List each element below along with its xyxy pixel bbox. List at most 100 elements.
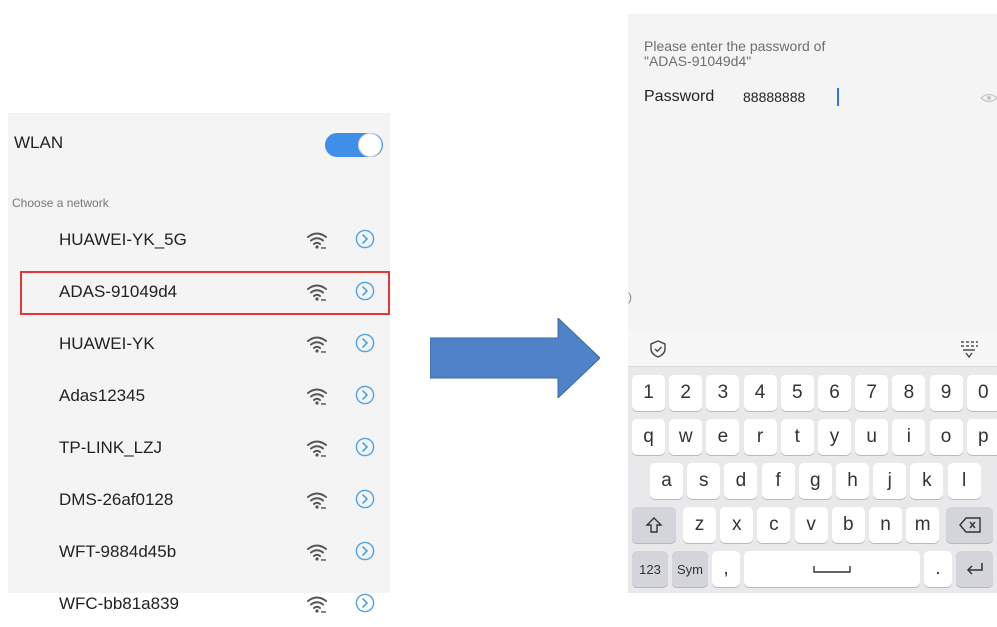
wifi-signal-icon xyxy=(306,231,328,249)
text-cursor xyxy=(837,88,839,106)
key-t[interactable]: t xyxy=(780,419,814,455)
key-z[interactable]: z xyxy=(683,507,716,543)
network-item[interactable]: HUAWEI-YK xyxy=(8,323,390,367)
network-item[interactable]: HUAWEI-YK_5G xyxy=(8,219,390,263)
wlan-toggle[interactable] xyxy=(325,133,383,157)
key-period[interactable]: . xyxy=(924,551,952,587)
key-7[interactable]: 7 xyxy=(855,375,889,411)
network-name: HUAWEI-YK_5G xyxy=(59,230,187,249)
network-name: Adas12345 xyxy=(59,386,146,405)
network-name: TP-LINK_LZJ xyxy=(59,438,162,457)
network-item[interactable]: WFT-9884d45b xyxy=(8,531,390,575)
wifi-signal-icon xyxy=(306,387,328,405)
key-5[interactable]: 5 xyxy=(780,375,814,411)
network-item[interactable]: TP-LINK_LZJ xyxy=(8,427,390,471)
enter-key[interactable] xyxy=(956,551,993,587)
key-g[interactable]: g xyxy=(798,463,832,499)
keyboard-toolbar xyxy=(628,332,997,367)
chevron-right-circle-icon[interactable] xyxy=(355,333,375,353)
key-p[interactable]: p xyxy=(966,419,997,455)
chevron-right-circle-icon[interactable] xyxy=(355,541,375,561)
prompt-line-1: Please enter the password of xyxy=(644,38,826,54)
shift-icon xyxy=(645,517,663,533)
network-item[interactable]: DMS-26af0128 xyxy=(8,479,390,523)
network-name: DMS-26af0128 xyxy=(59,490,174,509)
chevron-right-circle-icon[interactable] xyxy=(355,281,375,301)
section-title: Choose a network xyxy=(12,196,109,210)
backspace-key[interactable] xyxy=(946,507,993,543)
key-4[interactable]: 4 xyxy=(743,375,777,411)
space-key[interactable] xyxy=(744,551,920,587)
password-label: Password xyxy=(644,88,715,105)
network-name: WFC-bb81a839 xyxy=(59,594,180,613)
edge-mark: ) xyxy=(628,290,632,304)
key-s[interactable]: s xyxy=(687,463,721,499)
key-123[interactable]: 123 xyxy=(632,551,668,587)
key-u[interactable]: u xyxy=(855,419,889,455)
chevron-right-circle-icon[interactable] xyxy=(355,593,375,613)
network-item[interactable]: WFC-bb81a839 xyxy=(8,583,390,627)
right-arrow-icon xyxy=(430,318,600,398)
shield-check-icon[interactable] xyxy=(648,339,668,359)
enter-icon xyxy=(966,563,983,575)
key-9[interactable]: 9 xyxy=(929,375,963,411)
key-n[interactable]: n xyxy=(869,507,902,543)
wifi-signal-icon xyxy=(306,595,328,613)
soft-keyboard: 1 2 3 4 5 6 7 8 9 0 q w e r t y u i o p a s d f g h j k l z x c v b n m 123 S… xyxy=(628,332,997,593)
password-prompt: Please enter the password of "ADAS-91049… xyxy=(644,39,944,69)
network-item[interactable]: Adas12345 xyxy=(8,375,390,419)
key-comma[interactable]: , xyxy=(712,551,740,587)
key-v[interactable]: v xyxy=(794,507,828,543)
wifi-signal-icon xyxy=(306,335,328,353)
wifi-signal-icon xyxy=(306,543,328,561)
keyboard-collapse-icon[interactable] xyxy=(958,338,980,360)
password-input[interactable]: 88888888 xyxy=(743,89,805,105)
key-m[interactable]: m xyxy=(906,507,940,543)
key-y[interactable]: y xyxy=(818,419,851,455)
password-field[interactable]: Password 88888888 xyxy=(644,88,997,110)
key-0[interactable]: 0 xyxy=(966,375,997,411)
key-b[interactable]: b xyxy=(831,507,865,543)
key-w[interactable]: w xyxy=(669,419,703,455)
eye-icon[interactable] xyxy=(980,92,997,104)
key-i[interactable]: i xyxy=(892,419,926,455)
key-f[interactable]: f xyxy=(761,463,795,499)
prompt-line-2: "ADAS-91049d4" xyxy=(644,53,752,69)
backspace-icon xyxy=(958,517,981,533)
key-e[interactable]: e xyxy=(706,419,740,455)
key-l[interactable]: l xyxy=(947,463,981,499)
key-3[interactable]: 3 xyxy=(706,375,740,411)
password-screen: Please enter the password of "ADAS-91049… xyxy=(628,14,997,593)
key-1[interactable]: 1 xyxy=(632,375,665,411)
wlan-toggle-row[interactable]: WLAN xyxy=(8,113,390,177)
key-h[interactable]: h xyxy=(836,463,869,499)
key-d[interactable]: d xyxy=(724,463,758,499)
key-8[interactable]: 8 xyxy=(892,375,926,411)
key-q[interactable]: q xyxy=(632,419,665,455)
network-name: ADAS-91049d4 xyxy=(59,282,178,301)
key-6[interactable]: 6 xyxy=(818,375,851,411)
wifi-signal-icon xyxy=(306,491,328,509)
key-sym[interactable]: Sym xyxy=(672,551,708,587)
chevron-right-circle-icon[interactable] xyxy=(355,489,375,509)
shift-key[interactable] xyxy=(632,507,676,543)
wifi-signal-icon xyxy=(306,439,328,457)
wlan-settings-panel: WLAN Choose a network HUAWEI-YK_5G ADAS-9… xyxy=(8,113,390,613)
key-2[interactable]: 2 xyxy=(669,375,703,411)
key-j[interactable]: j xyxy=(873,463,907,499)
network-name: WFT-9884d45b xyxy=(59,542,177,561)
key-o[interactable]: o xyxy=(929,419,963,455)
key-r[interactable]: r xyxy=(743,419,777,455)
chevron-right-circle-icon[interactable] xyxy=(355,229,375,249)
chevron-right-circle-icon[interactable] xyxy=(355,437,375,457)
key-x[interactable]: x xyxy=(720,507,754,543)
network-item-selected[interactable]: ADAS-91049d4 xyxy=(20,271,390,315)
wifi-signal-icon xyxy=(306,283,328,301)
toggle-knob xyxy=(358,133,382,157)
key-a[interactable]: a xyxy=(650,463,683,499)
network-name: HUAWEI-YK xyxy=(59,334,155,353)
key-c[interactable]: c xyxy=(757,507,791,543)
key-k[interactable]: k xyxy=(910,463,944,499)
wlan-title: WLAN xyxy=(14,133,64,152)
chevron-right-circle-icon[interactable] xyxy=(355,385,375,405)
